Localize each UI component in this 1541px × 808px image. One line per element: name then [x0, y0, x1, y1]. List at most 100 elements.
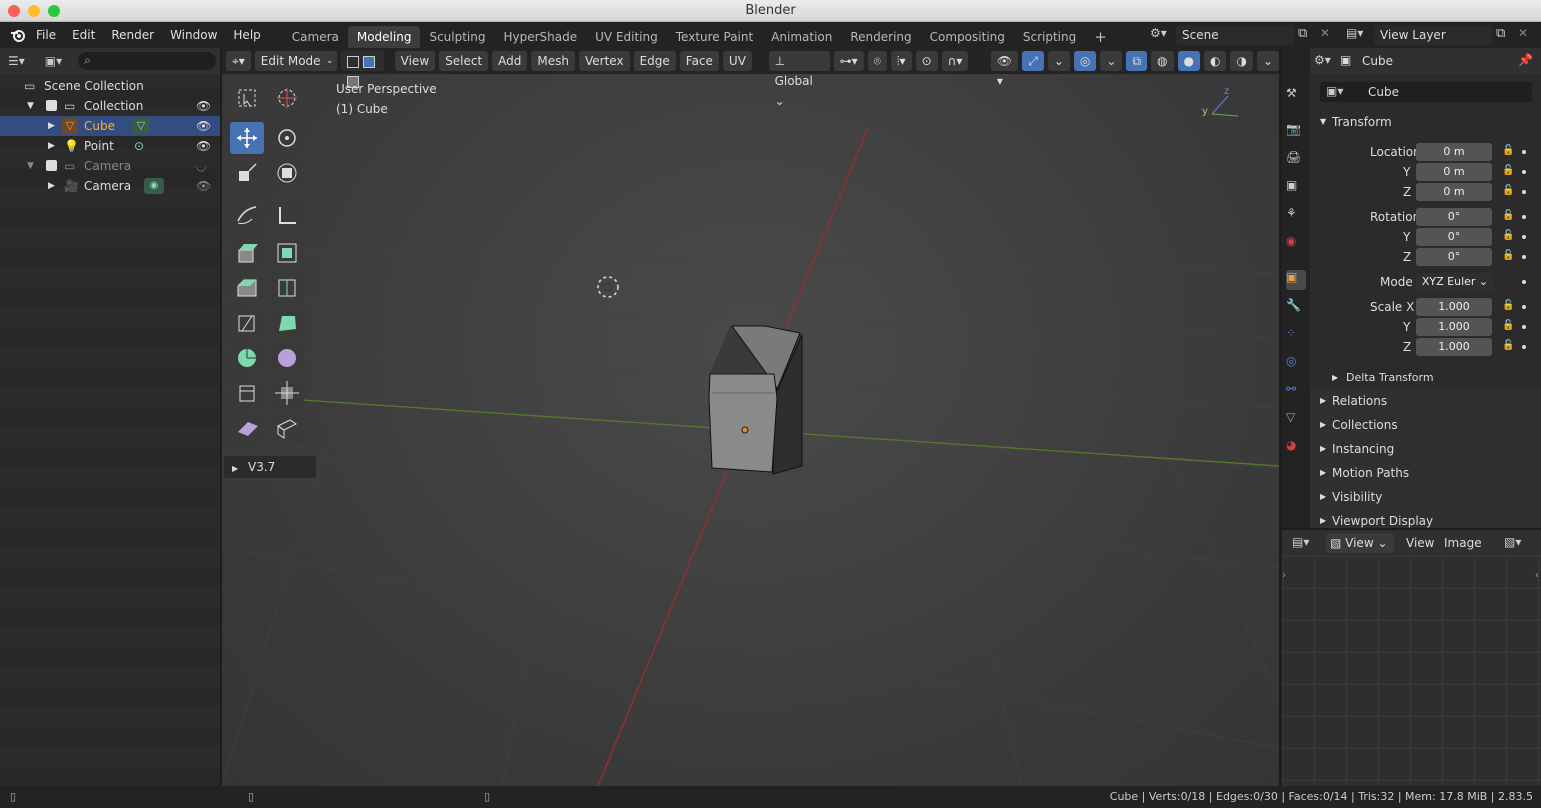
viewport-menu-select[interactable]: Select	[439, 51, 489, 71]
particles-tab-icon[interactable]: ⁘	[1286, 326, 1306, 346]
panel-visibility[interactable]: ▶ Visibility	[1310, 485, 1541, 509]
camera-data-icon[interactable]: ◉	[144, 178, 164, 194]
lock-icon[interactable]: 🔓	[1502, 185, 1514, 197]
tab-animation[interactable]: Animation	[762, 26, 841, 48]
scene-tab-icon[interactable]: ⚘	[1286, 206, 1306, 226]
visibility-eye-icon[interactable]: 👁	[196, 119, 211, 133]
wireframe-shading-icon[interactable]: ◍	[1151, 51, 1174, 71]
image-browse-icon[interactable]: ▧▾	[1504, 535, 1521, 549]
transform-panel-header[interactable]: ▼ Transform	[1310, 110, 1541, 134]
material-tab-icon[interactable]: ◕	[1286, 438, 1306, 458]
overlay-toggle-icon[interactable]: ◎	[1073, 51, 1097, 71]
shear-tool-icon[interactable]	[230, 412, 264, 444]
outliner-root[interactable]: ▭ Scene Collection	[0, 76, 220, 96]
editor-type-icon[interactable]: ⌖▾	[226, 51, 251, 71]
minimize-window-button[interactable]	[28, 5, 40, 17]
editor-type-icon[interactable]: ☰▾	[8, 54, 25, 68]
material-shading-icon[interactable]: ◐	[1203, 51, 1227, 71]
tab-sculpting[interactable]: Sculpting	[420, 26, 494, 48]
rotate-tool-icon[interactable]	[270, 122, 304, 154]
object-name-field[interactable]: ▣▾ Cube	[1320, 82, 1532, 102]
delta-transform-header[interactable]: ▶ Delta Transform	[1320, 366, 1541, 390]
select-box-tool-icon[interactable]	[230, 82, 264, 114]
3d-viewport[interactable]: z y ⌖▾ Edit Mode ⌄ View Select Add Mesh V…	[222, 48, 1279, 786]
rotation-z-field[interactable]: 0°	[1416, 248, 1492, 266]
visibility-eye-icon[interactable]: 👁	[196, 99, 211, 113]
disclosure-arrow-icon[interactable]: ▶	[48, 176, 55, 196]
viewport-menu-add[interactable]: Add	[492, 51, 528, 71]
visibility-icon[interactable]: 👁▾	[990, 51, 1019, 88]
keyframe-dot[interactable]	[1522, 235, 1526, 239]
pivot-point-icon[interactable]: ⊶▾	[833, 51, 864, 71]
viewport-menu-mesh[interactable]: Mesh	[531, 51, 575, 71]
keyframe-dot[interactable]	[1522, 345, 1526, 349]
lock-icon[interactable]: 🔓	[1502, 340, 1514, 352]
spin-tool-icon[interactable]	[230, 342, 264, 374]
rip-region-tool-icon[interactable]	[270, 412, 304, 444]
outliner-item-camera[interactable]: ▶ 🎥 Camera ◉ 👁	[0, 176, 220, 196]
left-sidebar-arrow-icon[interactable]: ›	[1282, 570, 1286, 581]
display-mode-icon[interactable]: ▣▾	[45, 54, 62, 68]
outliner-item-collection[interactable]: ▼ ▭ Collection 👁	[0, 96, 220, 116]
render-tab-icon[interactable]: 📷	[1286, 122, 1306, 142]
disclosure-arrow-icon[interactable]: ▶	[48, 136, 55, 156]
scene-icon[interactable]: ⚙▾	[1150, 26, 1174, 44]
snap-toggle-icon[interactable]: ⌾	[867, 51, 887, 71]
location-x-field[interactable]: 0 m	[1416, 143, 1492, 161]
transform-tool-icon[interactable]	[270, 157, 304, 189]
panel-viewport-display[interactable]: ▶ Viewport Display	[1310, 509, 1541, 528]
tab-rendering[interactable]: Rendering	[841, 26, 920, 48]
shading-options-icon[interactable]: ⌄	[1256, 51, 1279, 71]
scene-name-field[interactable]: Scene	[1176, 25, 1294, 45]
proportional-edit-icon[interactable]: ⊙	[915, 51, 938, 71]
new-scene-icon[interactable]: ⧉	[1298, 26, 1307, 41]
add-workspace-button[interactable]: +	[1085, 26, 1116, 48]
edge-select-icon[interactable]	[363, 55, 376, 68]
lock-icon[interactable]: 🔓	[1502, 145, 1514, 157]
image-menu-image[interactable]: Image	[1444, 536, 1482, 550]
lock-icon[interactable]: 🔓	[1502, 210, 1514, 222]
outliner-item-camera-collection[interactable]: ▼ ▭ Camera ◡	[0, 156, 220, 176]
editor-type-icon[interactable]: ▤▾	[1292, 535, 1309, 549]
object-tab-icon[interactable]: ▣	[1286, 270, 1306, 290]
outliner-search-input[interactable]: ⌕	[78, 52, 217, 70]
menu-file[interactable]: File	[28, 22, 64, 48]
data-tab-icon[interactable]: ▽	[1286, 410, 1306, 430]
xray-toggle-icon[interactable]: ⧉	[1126, 51, 1148, 71]
menu-help[interactable]: Help	[225, 22, 268, 48]
panel-collections[interactable]: ▶ Collections	[1310, 413, 1541, 437]
move-tool-icon[interactable]	[230, 122, 264, 154]
keyframe-dot[interactable]	[1522, 325, 1526, 329]
shrink-fatten-tool-icon[interactable]	[270, 377, 304, 409]
vertex-select-icon[interactable]	[347, 55, 360, 68]
exclude-checkbox[interactable]	[46, 160, 57, 171]
knife-tool-icon[interactable]	[230, 307, 264, 339]
image-menu-view[interactable]: View	[1406, 536, 1434, 550]
world-tab-icon[interactable]: ◉	[1286, 234, 1306, 254]
scale-z-field[interactable]: 1.000	[1416, 338, 1492, 356]
output-tab-icon[interactable]: 🖨	[1286, 150, 1306, 170]
rotation-x-field[interactable]: 0°	[1416, 208, 1492, 226]
lock-icon[interactable]: 🔓	[1502, 320, 1514, 332]
zoom-window-button[interactable]	[48, 5, 60, 17]
delete-scene-icon[interactable]: ✕	[1320, 26, 1330, 40]
viewport-menu-face[interactable]: Face	[679, 51, 719, 71]
blender-logo-icon[interactable]	[8, 25, 28, 45]
overlay-options-icon[interactable]: ⌄	[1100, 51, 1123, 71]
gizmo-options-icon[interactable]: ⌄	[1047, 51, 1070, 71]
right-sidebar-arrow-icon[interactable]: ‹	[1535, 570, 1539, 581]
tab-texture-paint[interactable]: Texture Paint	[667, 26, 762, 48]
visibility-eye-icon[interactable]: 👁	[196, 179, 211, 193]
viewport-menu-vertex[interactable]: Vertex	[579, 51, 630, 71]
bevel-tool-icon[interactable]	[230, 272, 264, 304]
tab-uv-editing[interactable]: UV Editing	[586, 26, 667, 48]
close-window-button[interactable]	[8, 5, 20, 17]
rotation-y-field[interactable]: 0°	[1416, 228, 1492, 246]
view-layer-tab-icon[interactable]: ▣	[1286, 178, 1306, 198]
pin-icon[interactable]: 📌	[1518, 53, 1533, 67]
outliner-item-point[interactable]: ▶ 💡 Point ⊙ 👁	[0, 136, 220, 156]
viewport-menu-view[interactable]: View	[394, 51, 436, 71]
tab-camera[interactable]: Camera	[283, 26, 348, 48]
gizmo-toggle-icon[interactable]: ⤢	[1022, 51, 1044, 71]
tab-hypershade[interactable]: HyperShade	[495, 26, 587, 48]
